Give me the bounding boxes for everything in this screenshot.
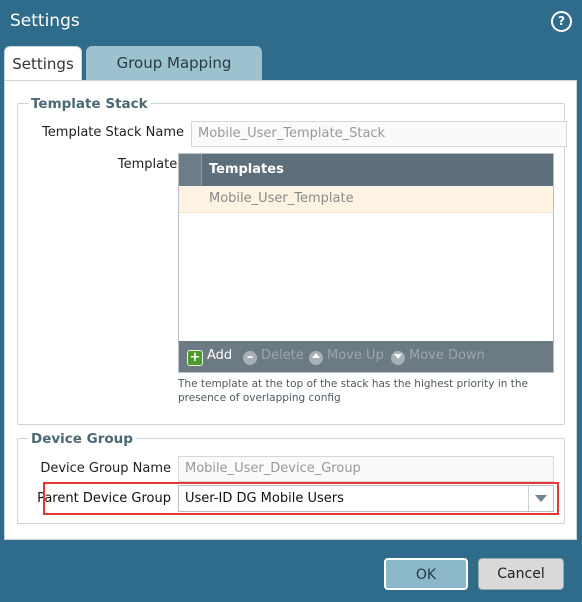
template-cell: Mobile_User_Template: [209, 191, 354, 206]
arrow-up-icon: [309, 351, 323, 365]
tab-group-mapping-settings[interactable]: Group Mapping Settings: [86, 46, 262, 106]
template-stack-name-input[interactable]: Mobile_User_Template_Stack: [191, 121, 567, 147]
plus-icon: +: [187, 350, 203, 366]
device-group-name-input[interactable]: Mobile_User_Device_Group: [178, 456, 554, 482]
templates-column-header[interactable]: Templates: [209, 162, 284, 177]
add-label: Add: [207, 348, 233, 363]
move-up-label: Move Up: [327, 348, 384, 363]
tab-settings[interactable]: Settings: [4, 46, 82, 80]
settings-panel: Template Stack Template Stack Name Mobil…: [4, 80, 577, 540]
add-button[interactable]: + Add: [187, 348, 232, 366]
title-bar: Settings ?: [0, 0, 582, 44]
table-row[interactable]: Mobile_User_Template: [179, 186, 553, 213]
ok-button[interactable]: OK: [384, 558, 468, 590]
templates-table: Templates Mobile_User_Template + Add – Del…: [178, 153, 554, 373]
highlight-box: [43, 482, 559, 515]
templates-table-header: Templates: [179, 154, 553, 186]
move-up-button[interactable]: Move Up: [309, 348, 384, 365]
cancel-button[interactable]: Cancel: [478, 558, 564, 590]
delete-button[interactable]: – Delete: [243, 348, 304, 365]
move-down-label: Move Down: [409, 348, 485, 363]
template-priority-note: The template at the top of the stack has…: [178, 378, 528, 404]
template-stack-name-label: Template Stack Name: [42, 125, 184, 140]
arrow-down-icon: [391, 351, 405, 365]
move-down-button[interactable]: Move Down: [391, 348, 485, 365]
minus-icon: –: [243, 351, 257, 365]
window-title: Settings: [10, 11, 80, 31]
templates-label: Templates: [117, 157, 184, 172]
templates-toolbar: + Add – Delete Move Up Move Down: [179, 341, 553, 372]
template-stack-legend: Template Stack: [28, 96, 151, 112]
delete-label: Delete: [261, 348, 304, 363]
select-all-column[interactable]: [179, 154, 202, 186]
help-icon[interactable]: ?: [551, 11, 572, 32]
device-group-name-label: Device Group Name: [40, 461, 171, 476]
device-group-legend: Device Group: [28, 431, 136, 447]
